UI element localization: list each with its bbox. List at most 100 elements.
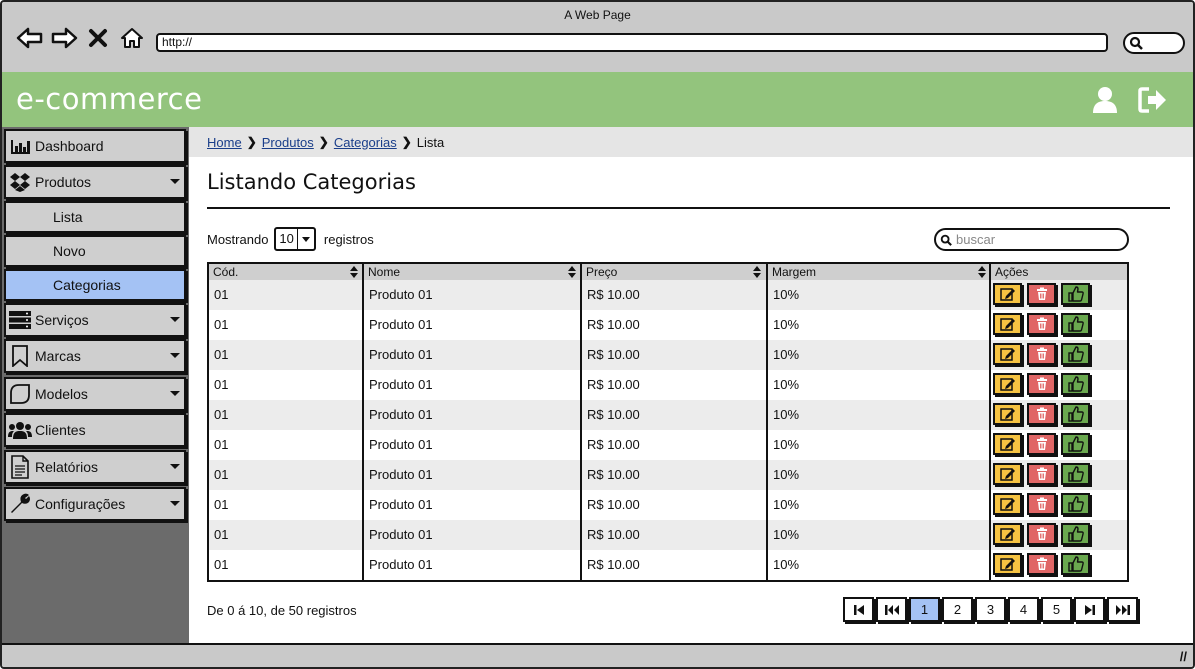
delete-button[interactable] — [1027, 343, 1056, 365]
edit-button[interactable] — [993, 313, 1022, 335]
sort-icon[interactable] — [568, 266, 576, 278]
url-bar[interactable]: http:// — [156, 33, 1108, 52]
sidebar-item-modelos[interactable]: Modelos — [4, 377, 186, 411]
approve-button[interactable] — [1061, 493, 1090, 515]
delete-button[interactable] — [1027, 493, 1056, 515]
page-button-4[interactable]: 4 — [1008, 597, 1039, 622]
sort-icon[interactable] — [350, 266, 358, 278]
delete-button[interactable] — [1027, 463, 1056, 485]
approve-button[interactable] — [1061, 343, 1090, 365]
previous-page-button[interactable] — [876, 597, 907, 622]
cell-margem: 10% — [773, 287, 800, 302]
resize-grip-icon[interactable]: // — [1180, 649, 1187, 664]
sidebar-item-dashboard[interactable]: Dashboard — [4, 129, 186, 163]
trash-icon — [1036, 317, 1047, 330]
edit-icon — [999, 378, 1015, 391]
home-icon[interactable] — [118, 24, 146, 52]
data-table: Cód. Nome Preço Margem Ações 01 Produto 0… — [207, 262, 1129, 582]
sidebar-subitem-categorias[interactable]: Categorias — [4, 269, 186, 301]
approve-button[interactable] — [1061, 433, 1090, 455]
edit-button[interactable] — [993, 283, 1022, 305]
cell-preco: R$ 10.00 — [587, 497, 640, 512]
approve-button[interactable] — [1061, 283, 1090, 305]
sort-icon[interactable] — [753, 266, 761, 278]
column-header-preco[interactable]: Preço — [582, 264, 765, 280]
edit-button[interactable] — [993, 373, 1022, 395]
approve-button[interactable] — [1061, 523, 1090, 545]
delete-button[interactable] — [1027, 313, 1056, 335]
sidebar-item-produtos[interactable]: Produtos — [4, 165, 186, 199]
breadcrumb-categorias[interactable]: Categorias — [334, 135, 397, 150]
approve-button[interactable] — [1061, 313, 1090, 335]
edit-icon — [999, 468, 1015, 481]
pagination: 1 2 3 4 5 — [841, 597, 1138, 622]
thumbs-up-icon — [1067, 346, 1084, 362]
edit-button[interactable] — [993, 403, 1022, 425]
column-header-margem[interactable]: Margem — [768, 264, 990, 280]
delete-button[interactable] — [1027, 523, 1056, 545]
delete-button[interactable] — [1027, 433, 1056, 455]
breadcrumb-produtos[interactable]: Produtos — [262, 135, 314, 150]
delete-button[interactable] — [1027, 553, 1056, 575]
first-page-button[interactable] — [843, 597, 874, 622]
sidebar-item-relatorios[interactable]: Relatórios — [4, 450, 186, 484]
sidebar-item-configuracoes[interactable]: Configurações — [4, 487, 186, 521]
trash-icon — [1036, 377, 1047, 390]
delete-button[interactable] — [1027, 373, 1056, 395]
chevron-down-icon — [170, 317, 180, 322]
delete-button[interactable] — [1027, 283, 1056, 305]
bar-chart-icon — [8, 135, 32, 157]
sidebar-item-label: Configurações — [35, 496, 126, 512]
page-button-3[interactable]: 3 — [975, 597, 1006, 622]
thumbs-up-icon — [1067, 496, 1084, 512]
approve-button[interactable] — [1061, 463, 1090, 485]
sidebar-subitem-lista[interactable]: Lista — [4, 201, 186, 233]
cell-cod: 01 — [214, 497, 229, 512]
next-page-button[interactable] — [1074, 597, 1105, 622]
logout-icon[interactable] — [1138, 86, 1168, 119]
brand-logo[interactable]: e-commerce — [16, 82, 202, 116]
page-button-2[interactable]: 2 — [942, 597, 973, 622]
delete-button[interactable] — [1027, 403, 1056, 425]
row-actions — [993, 373, 1090, 395]
close-icon[interactable] — [84, 24, 112, 52]
sidebar-item-clientes[interactable]: Clientes — [4, 413, 186, 447]
browser-search[interactable] — [1123, 32, 1185, 54]
sidebar: Dashboard Produtos Lista Novo Categorias… — [2, 127, 189, 643]
edit-button[interactable] — [993, 493, 1022, 515]
last-page-button[interactable] — [1107, 597, 1138, 622]
search-input[interactable]: buscar — [934, 228, 1129, 251]
page-button-1[interactable]: 1 — [909, 597, 940, 622]
edit-icon — [999, 408, 1015, 421]
approve-button[interactable] — [1061, 403, 1090, 425]
back-icon[interactable] — [16, 24, 44, 52]
edit-button[interactable] — [993, 523, 1022, 545]
column-header-cod[interactable]: Cód. — [209, 264, 362, 280]
chevron-down-icon — [298, 236, 314, 242]
edit-button[interactable] — [993, 463, 1022, 485]
page-button-5[interactable]: 5 — [1041, 597, 1072, 622]
row-actions — [993, 493, 1090, 515]
column-header-nome[interactable]: Nome — [364, 264, 580, 280]
sort-icon[interactable] — [978, 266, 986, 278]
app-header: e-commerce — [2, 72, 1193, 127]
edit-button[interactable] — [993, 553, 1022, 575]
chevron-right-icon: ❯ — [318, 135, 329, 149]
breadcrumb-home[interactable]: Home — [207, 135, 242, 150]
sidebar-subitem-novo[interactable]: Novo — [4, 235, 186, 267]
page-size-select[interactable]: 10 — [274, 227, 316, 251]
forward-icon[interactable] — [50, 24, 78, 52]
cell-margem: 10% — [773, 317, 800, 332]
cell-cod: 01 — [214, 437, 229, 452]
sidebar-item-servicos[interactable]: Serviços — [4, 303, 186, 337]
approve-button[interactable] — [1061, 373, 1090, 395]
user-icon[interactable] — [1092, 86, 1118, 119]
edit-button[interactable] — [993, 433, 1022, 455]
cell-cod: 01 — [214, 317, 229, 332]
divider — [207, 207, 1170, 209]
edit-button[interactable] — [993, 343, 1022, 365]
thumbs-up-icon — [1067, 436, 1084, 452]
row-actions — [993, 403, 1090, 425]
sidebar-item-marcas[interactable]: Marcas — [4, 339, 186, 373]
approve-button[interactable] — [1061, 553, 1090, 575]
